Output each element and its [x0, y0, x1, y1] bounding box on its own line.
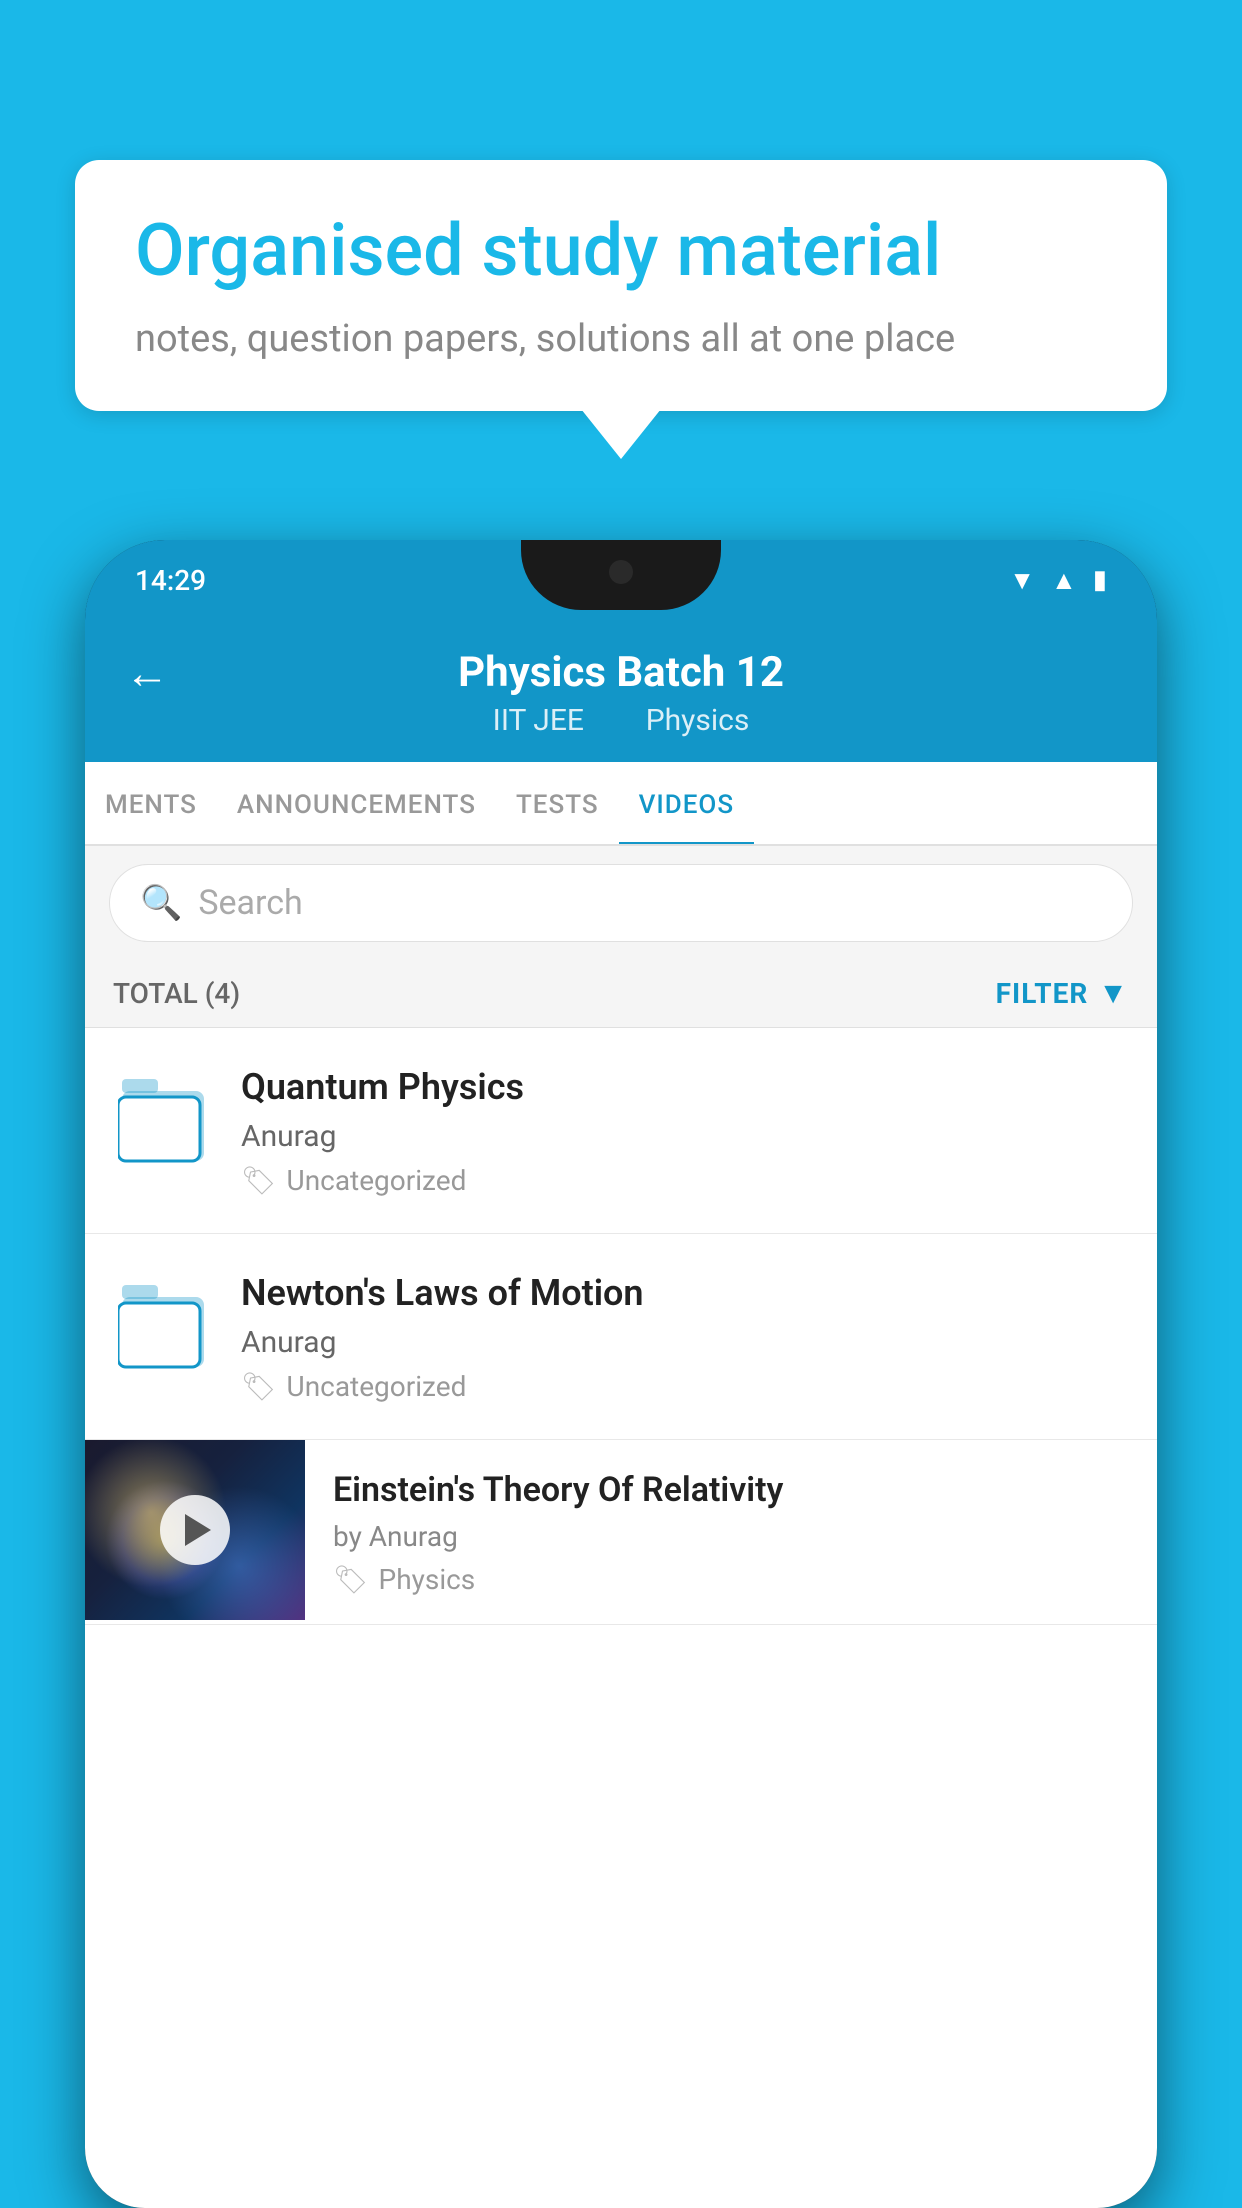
folder-icon-newton: [113, 1270, 213, 1380]
back-button[interactable]: ←: [125, 647, 169, 699]
tabs-bar: MENTS ANNOUNCEMENTS TESTS VIDEOS: [85, 762, 1157, 846]
filter-icon: ▼: [1098, 976, 1129, 1011]
search-bar[interactable]: 🔍 Search: [109, 864, 1133, 942]
total-count: TOTAL (4): [113, 977, 240, 1010]
tag-icon: 🏷: [241, 1370, 277, 1403]
camera-notch: [609, 560, 633, 584]
video-author: by Anurag: [333, 1520, 1129, 1553]
video-tag: 🏷 Uncategorized: [241, 1164, 1129, 1197]
bubble-subtitle: notes, question papers, solutions all at…: [135, 317, 1107, 361]
search-input[interactable]: Search: [198, 883, 302, 923]
speech-bubble: Organised study material notes, question…: [75, 160, 1167, 411]
tab-ments[interactable]: MENTS: [85, 762, 217, 844]
video-thumbnail-einstein: [85, 1440, 305, 1620]
status-bar: 14:29 ▼ ▲ ▮: [85, 540, 1157, 620]
signal-icon: ▲: [1051, 565, 1077, 596]
tab-announcements[interactable]: ANNOUNCEMENTS: [217, 762, 496, 844]
battery-icon: ▮: [1093, 565, 1107, 595]
tag-icon: 🏷: [241, 1164, 277, 1197]
tab-videos[interactable]: VIDEOS: [619, 762, 754, 844]
status-icons: ▼ ▲ ▮: [1009, 565, 1107, 596]
filter-button[interactable]: FILTER ▼: [996, 976, 1129, 1011]
video-info-einstein: Einstein's Theory Of Relativity by Anura…: [305, 1440, 1157, 1624]
subtitle-physics: Physics: [646, 703, 750, 738]
video-author: Anurag: [241, 1325, 1129, 1360]
list-item[interactable]: Einstein's Theory Of Relativity by Anura…: [85, 1440, 1157, 1625]
search-icon: 🔍: [140, 883, 182, 923]
tag-icon: 🏷: [333, 1563, 369, 1596]
video-info-quantum: Quantum Physics Anurag 🏷 Uncategorized: [241, 1064, 1129, 1197]
search-bar-container: 🔍 Search: [85, 846, 1157, 960]
video-list: Quantum Physics Anurag 🏷 Uncategorized: [85, 1028, 1157, 1625]
video-tag: 🏷 Uncategorized: [241, 1370, 1129, 1403]
phone-frame: 14:29 ▼ ▲ ▮ ← Physics Batch 12 IIT JEE P…: [85, 540, 1157, 2208]
phone-screen: ← Physics Batch 12 IIT JEE Physics MENTS…: [85, 620, 1157, 2208]
bubble-title: Organised study material: [135, 210, 1107, 293]
subtitle-iit: IIT JEE: [493, 703, 584, 738]
app-subtitle: IIT JEE Physics: [477, 703, 766, 738]
folder-icon-quantum: [113, 1064, 213, 1174]
video-info-newton: Newton's Laws of Motion Anurag 🏷 Uncateg…: [241, 1270, 1129, 1403]
tab-tests[interactable]: TESTS: [496, 762, 619, 844]
video-author: Anurag: [241, 1119, 1129, 1154]
wifi-icon: ▼: [1009, 565, 1035, 596]
video-title: Newton's Laws of Motion: [241, 1270, 1129, 1317]
play-icon: [185, 1514, 211, 1546]
video-title: Quantum Physics: [241, 1064, 1129, 1111]
video-tag: 🏷 Physics: [333, 1563, 1129, 1596]
status-time: 14:29: [135, 564, 206, 597]
list-item[interactable]: Quantum Physics Anurag 🏷 Uncategorized: [85, 1028, 1157, 1234]
play-button[interactable]: [160, 1495, 230, 1565]
list-item[interactable]: Newton's Laws of Motion Anurag 🏷 Uncateg…: [85, 1234, 1157, 1440]
app-title: Physics Batch 12: [458, 648, 784, 697]
filter-row: TOTAL (4) FILTER ▼: [85, 960, 1157, 1028]
app-header: ← Physics Batch 12 IIT JEE Physics: [85, 620, 1157, 762]
video-title: Einstein's Theory Of Relativity: [333, 1468, 1129, 1512]
